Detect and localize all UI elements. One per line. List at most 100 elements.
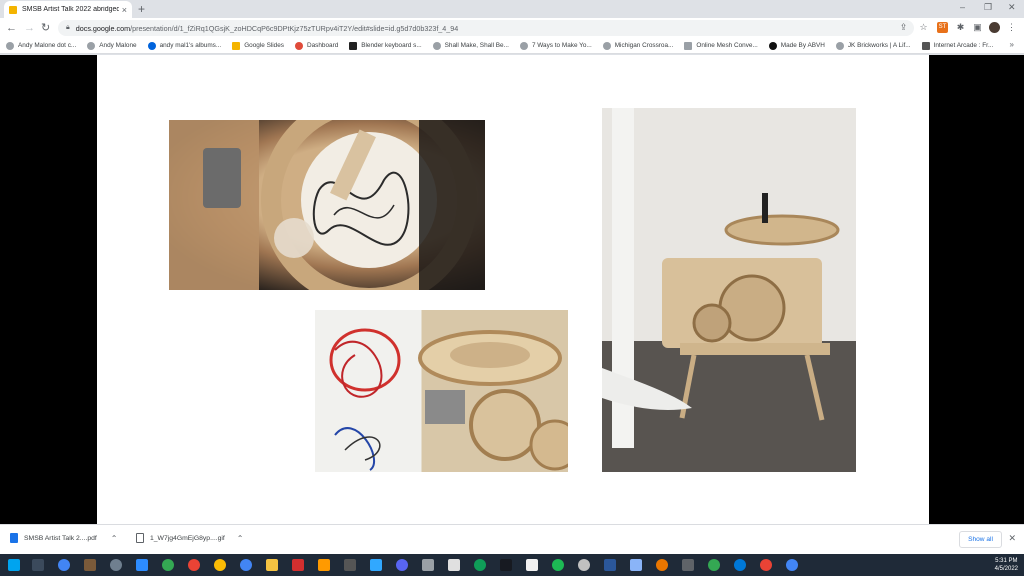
forward-icon[interactable]: →	[24, 21, 35, 35]
chevron-up-icon[interactable]: ⌃	[237, 534, 244, 543]
app-icon[interactable]	[682, 559, 694, 571]
file-icon	[136, 533, 144, 543]
acrobat-icon[interactable]	[292, 559, 304, 571]
chrome-icon[interactable]	[162, 559, 174, 571]
extensions-puzzle-icon[interactable]: ✱	[955, 22, 966, 33]
download-item[interactable]: SMSB Artist Talk 2....pdf ⌃	[10, 533, 117, 543]
slide-canvas[interactable]	[97, 55, 929, 524]
drawing-machine-illustration	[169, 120, 485, 290]
chrome-icon[interactable]	[760, 559, 772, 571]
bookmark-favicon-icon	[432, 41, 441, 50]
presentation-stage	[0, 55, 1024, 524]
profile-avatar[interactable]	[989, 22, 1000, 33]
bookmark-item[interactable]: Internet Arcade : Fr...	[921, 41, 993, 50]
reload-icon[interactable]: ↻	[41, 21, 50, 35]
pdf-file-icon	[10, 533, 18, 543]
app-icon[interactable]	[448, 559, 460, 571]
tab-strip: SMSB Artist Talk 2022 abridged × + – ❐ ✕	[0, 0, 1024, 18]
chrome-icon[interactable]	[58, 559, 70, 571]
app-icon[interactable]	[708, 559, 720, 571]
tab-title: SMSB Artist Talk 2022 abridged	[22, 6, 119, 13]
dashboard-icon	[294, 41, 303, 50]
edge-icon[interactable]	[474, 559, 486, 571]
new-tab-button[interactable]: +	[138, 2, 145, 16]
extension-icon[interactable]: ST	[937, 22, 948, 33]
app-icon[interactable]	[578, 559, 590, 571]
chrome-icon[interactable]	[240, 559, 252, 571]
bookmark-item[interactable]: Andy Malone	[87, 41, 137, 50]
photo-drawing-and-gears	[315, 310, 568, 472]
menu-kebab-icon[interactable]: ⋮	[1006, 22, 1017, 33]
chrome-icon[interactable]	[188, 559, 200, 571]
blender-icon	[349, 41, 358, 50]
app-icon[interactable]	[422, 559, 434, 571]
download-item[interactable]: 1_W7jg4GmEjG8yp....gif ⌃	[136, 533, 244, 543]
toolbar: ← → ↻ 🔒︎ docs.google.com/presentation/d/…	[0, 18, 1024, 38]
minimize-button[interactable]: –	[960, 2, 965, 12]
close-downloads-icon[interactable]: ✕	[1008, 533, 1016, 544]
bookmark-item[interactable]: Michigan Crossroa...	[602, 41, 673, 50]
download-filename: 1_W7jg4GmEjG8yp....gif	[150, 534, 225, 542]
app-icon[interactable]	[344, 559, 356, 571]
illustrator-icon[interactable]	[318, 559, 330, 571]
discord-icon[interactable]	[396, 559, 408, 571]
back-icon[interactable]: ←	[6, 21, 17, 35]
address-bar[interactable]: 🔒︎ docs.google.com/presentation/d/1_fZiR…	[58, 20, 914, 36]
browser-chrome: SMSB Artist Talk 2022 abridged × + – ❐ ✕…	[0, 0, 1024, 55]
tab-active[interactable]: SMSB Artist Talk 2022 abridged ×	[4, 1, 132, 18]
bookmarks-bar: Andy Malone dot c... Andy Malone andy ma…	[0, 38, 1024, 54]
task-view-icon[interactable]	[32, 559, 44, 571]
bookmark-favicon-icon	[87, 41, 96, 50]
chrome-icon[interactable]	[786, 559, 798, 571]
flickr-icon	[147, 41, 156, 50]
bookmark-item[interactable]: Made By ABVH	[768, 41, 825, 50]
share-icon[interactable]: ⇪	[898, 22, 909, 33]
bookmark-favicon-icon	[6, 41, 14, 50]
chevron-up-icon[interactable]: ⌃	[111, 534, 118, 543]
bookmark-favicon-icon	[684, 41, 693, 50]
url-text: docs.google.com/presentation/d/1_fZiRq1Q…	[75, 23, 459, 33]
bookmark-favicon-icon	[602, 41, 611, 50]
windows-taskbar: 5:31 PM 4/5/2022	[0, 554, 1024, 576]
bookmark-item[interactable]: Online Mesh Conve...	[684, 41, 758, 50]
slides-favicon-icon	[9, 5, 17, 14]
close-window-button[interactable]: ✕	[1008, 2, 1016, 13]
photo-drawing-machine-top	[169, 120, 485, 290]
system-clock[interactable]: 5:31 PM 4/5/2022	[995, 557, 1018, 573]
download-shelf: SMSB Artist Talk 2....pdf ⌃ 1_W7jg4GmEjG…	[0, 524, 1024, 554]
show-all-button[interactable]: Show all	[959, 531, 1002, 548]
bookmark-item[interactable]: JK Brickworks | A Lif...	[835, 41, 911, 50]
bookmark-favicon-icon	[768, 41, 777, 50]
bookmarks-overflow-button[interactable]: »	[1010, 40, 1014, 49]
tab-close-icon[interactable]: ×	[122, 5, 127, 15]
steam-icon[interactable]	[500, 559, 512, 571]
zoom-icon[interactable]	[136, 559, 148, 571]
photoshop-icon[interactable]	[370, 559, 382, 571]
notepad-icon[interactable]	[526, 559, 538, 571]
app-icon[interactable]	[630, 559, 642, 571]
bookmark-favicon-icon	[835, 41, 844, 50]
bookmark-item[interactable]: 7 Ways to Make Yo...	[519, 41, 592, 50]
bookmark-item[interactable]: Shall Make, Shall Be...	[432, 41, 509, 50]
bookmark-item[interactable]: Andy Malone dot c...	[6, 41, 76, 50]
bookmark-favicon-icon	[921, 41, 930, 50]
app-icon[interactable]	[84, 559, 96, 571]
app-icon[interactable]	[110, 559, 122, 571]
bookmark-item[interactable]: andy mal1's albums...	[147, 41, 221, 50]
spotify-icon[interactable]	[552, 559, 564, 571]
restore-button[interactable]: ❐	[984, 2, 992, 13]
start-icon[interactable]	[8, 559, 20, 571]
bookmark-favicon-icon	[519, 41, 528, 50]
bookmark-item[interactable]: Google Slides	[232, 41, 284, 50]
side-panel-icon[interactable]: ▣	[972, 22, 983, 33]
blender-icon[interactable]	[656, 559, 668, 571]
bookmark-item[interactable]: Dashboard	[294, 41, 338, 50]
word-icon[interactable]	[604, 559, 616, 571]
download-filename: SMSB Artist Talk 2....pdf	[24, 534, 97, 542]
slides-icon	[232, 41, 241, 50]
file-explorer-icon[interactable]	[266, 559, 278, 571]
chrome-icon[interactable]	[214, 559, 226, 571]
edge-icon[interactable]	[734, 559, 746, 571]
bookmark-star-icon[interactable]: ☆	[918, 22, 929, 33]
bookmark-item[interactable]: Blender keyboard s...	[349, 41, 422, 50]
